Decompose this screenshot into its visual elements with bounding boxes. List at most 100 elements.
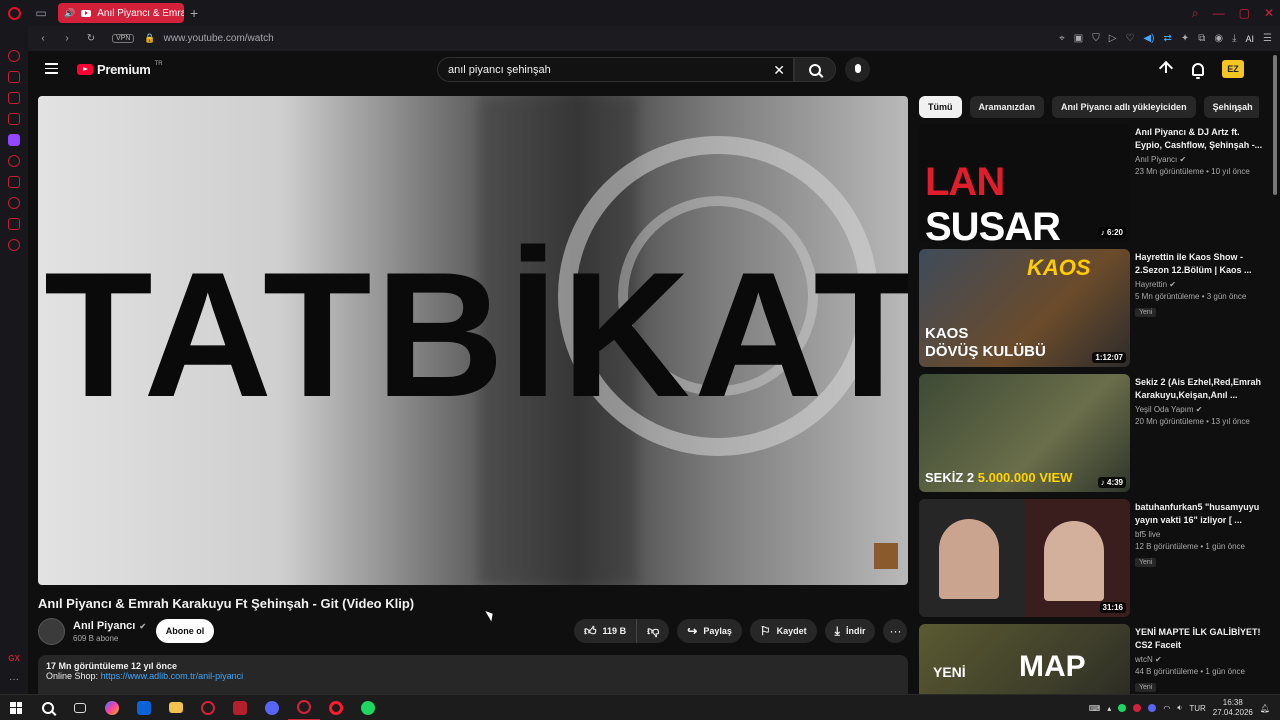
speaker-icon[interactable]: 🔊 — [64, 8, 75, 19]
clear-search-icon[interactable]: ✕ — [773, 62, 785, 79]
app-icon[interactable] — [224, 695, 256, 720]
notification-icon[interactable]: 🔔︎ — [1260, 704, 1270, 713]
voice-search-button[interactable] — [845, 57, 870, 82]
vpn-badge[interactable]: VPN — [112, 34, 135, 43]
channel-name[interactable]: Yeşil Oda Yapım ✔ — [1135, 405, 1264, 414]
video-title[interactable]: YENİ MAPTE İLK GALİBİYET! CS2 Faceit — [1135, 626, 1264, 652]
chip-from-uploader[interactable]: Anıl Piyancı adlı yükleyiciden — [1052, 96, 1196, 118]
forward-button[interactable]: › — [58, 33, 76, 44]
shield-icon[interactable]: ⛉ — [1092, 33, 1100, 44]
list-item[interactable]: LAN SUSAR MI? ♪ 6:20 Anıl Piyancı & DJ A… — [919, 124, 1264, 242]
tray-expand-icon[interactable]: ▴ — [1107, 704, 1111, 713]
search-input[interactable]: anıl piyancı şehinşah ✕ — [437, 57, 794, 82]
description-box[interactable]: 17 Mn görüntüleme 12 yıl önce Online Sho… — [38, 655, 908, 694]
dislike-button[interactable]: 👎︎ — [637, 619, 670, 643]
video-title[interactable]: Hayrettin ile Kaos Show - 2.Sezon 12.Böl… — [1135, 251, 1264, 277]
list-item[interactable]: YENİ MAP YENİ MAPTE İLK GALİBİYET! CS2 F… — [919, 624, 1264, 694]
video-thumbnail[interactable]: 31:16 — [919, 499, 1130, 617]
video-title[interactable]: Sekiz 2 (Ais Ezhel,Red,Emrah Karakuyu,Ke… — [1135, 376, 1264, 402]
gx-control-icon[interactable] — [8, 50, 20, 62]
scrollbar-thumb[interactable] — [1273, 55, 1277, 195]
url-field[interactable]: www.youtube.com/watch — [164, 33, 274, 44]
list-item[interactable]: SEKİZ 2 5.000.000 VIEW ♪ 4:39 Sekiz 2 (A… — [919, 374, 1264, 492]
outlook-icon[interactable] — [128, 695, 160, 720]
discord-icon[interactable] — [256, 695, 288, 720]
opera-taskbar-icon[interactable] — [320, 695, 352, 720]
pin-icon[interactable]: ⌖ — [1059, 33, 1065, 44]
chip-all[interactable]: Tümü — [919, 96, 962, 118]
video-thumbnail[interactable]: SEKİZ 2 5.000.000 VIEW ♪ 4:39 — [919, 374, 1130, 492]
history-icon[interactable] — [8, 197, 20, 209]
share-button[interactable]: ↪ Paylaş — [677, 619, 742, 643]
heart-icon[interactable]: ♡ — [1125, 33, 1134, 44]
list-item[interactable]: KAOS KAOS DÖVÜŞ KULÜBÜ 1:12:07 Hayrettin … — [919, 249, 1264, 367]
ai-button[interactable]: AI — [1246, 34, 1255, 44]
speedtest-icon[interactable] — [192, 695, 224, 720]
subscribe-button[interactable]: Abone ol — [156, 619, 214, 643]
news-icon[interactable] — [8, 113, 20, 125]
language-indicator[interactable]: TUR — [1189, 704, 1205, 713]
cube-icon[interactable] — [8, 218, 20, 230]
wifi-icon[interactable]: ◠ — [1163, 704, 1170, 713]
notifications-bell-icon[interactable] — [1192, 62, 1204, 79]
twitch-icon[interactable] — [8, 134, 20, 146]
save-button[interactable]: ⚐ Kaydet — [749, 619, 817, 643]
video-thumbnail[interactable]: KAOS KAOS DÖVÜŞ KULÜBÜ 1:12:07 — [919, 249, 1130, 367]
settings-icon[interactable] — [8, 239, 20, 251]
list-item[interactable]: 31:16 batuhanfurkan5 "husamyuyu yayın va… — [919, 499, 1264, 617]
upload-icon[interactable] — [1158, 61, 1174, 77]
video-title[interactable]: batuhanfurkan5 "husamyuyu yayın vakti 16… — [1135, 501, 1264, 527]
bag-icon[interactable] — [8, 71, 20, 83]
volume-icon[interactable]: 🔉︎ — [1177, 703, 1182, 713]
channel-name[interactable]: Anıl Piyancı ✔ — [1135, 155, 1264, 164]
youtube-logo[interactable]: Premium TR — [77, 61, 163, 77]
chip-sehinsah[interactable]: Şehinşah — [1203, 96, 1259, 118]
puzzle-icon[interactable]: ⧉ — [1198, 33, 1205, 44]
sound-icon[interactable]: ◀) — [1143, 33, 1154, 44]
more-icon[interactable]: ··· — [9, 674, 19, 685]
extensions-icon[interactable]: ✦ — [1181, 33, 1189, 44]
channel-name[interactable]: wtcN ✔ — [1135, 655, 1264, 664]
spotify-icon[interactable] — [352, 695, 384, 720]
spotify-tray-icon[interactable] — [1118, 704, 1127, 712]
player-sidebar-icon[interactable] — [8, 155, 20, 167]
more-actions-button[interactable]: ··· — [883, 619, 908, 643]
keyboard-icon[interactable]: ⌨ — [1089, 704, 1101, 713]
video-player[interactable]: TATBİKAT — [38, 96, 908, 585]
messenger-icon[interactable] — [8, 92, 20, 104]
menu-icon[interactable]: ☰ — [1263, 33, 1272, 44]
chip-from-search[interactable]: Aramanızdan — [969, 96, 1045, 118]
file-explorer-icon[interactable] — [160, 695, 192, 720]
lock-icon[interactable]: 🔒 — [144, 33, 155, 44]
opera-tray-icon[interactable] — [1133, 704, 1142, 712]
opera-logo-icon[interactable] — [0, 0, 28, 26]
browser-tab-active[interactable]: 🔊 Anıl Piyancı & Emrah K — [58, 3, 184, 23]
minimize-button[interactable]: — — [1213, 6, 1225, 20]
channel-watermark[interactable] — [874, 543, 898, 569]
maximize-button[interactable]: ▢ — [1239, 6, 1250, 20]
hamburger-menu-icon[interactable] — [45, 63, 58, 74]
workspaces-icon[interactable]: ▭ — [28, 0, 54, 26]
video-thumbnail[interactable]: LAN SUSAR MI? ♪ 6:20 — [919, 124, 1130, 242]
search-tabs-icon[interactable]: ⌕ — [1192, 6, 1199, 21]
account-avatar[interactable]: EZ — [1222, 60, 1244, 78]
new-tab-button[interactable]: + — [190, 5, 198, 21]
channel-avatar[interactable] — [38, 618, 65, 645]
close-window-button[interactable]: ✕ — [1264, 6, 1274, 20]
clock[interactable]: 16:38 27.04.2026 — [1213, 698, 1253, 718]
like-button[interactable]: 👍︎ 119 B — [574, 619, 638, 643]
channel-name[interactable]: bf5 live — [1135, 530, 1264, 539]
start-button[interactable] — [0, 695, 32, 720]
task-view-icon[interactable] — [64, 695, 96, 720]
shop-link[interactable]: https://www.adlib.com.tr/anil-piyanci — [101, 671, 244, 681]
video-title[interactable]: Anıl Piyancı & DJ Artz ft. Eypio, Cashfl… — [1135, 126, 1264, 152]
bookmark-icon[interactable] — [8, 176, 20, 188]
copilot-icon[interactable] — [96, 695, 128, 720]
search-button[interactable] — [794, 57, 836, 82]
download-icon[interactable]: ⤓ — [1232, 33, 1236, 44]
snapshot-icon[interactable]: ▣ — [1074, 33, 1083, 44]
page-scrollbar[interactable] — [1272, 51, 1278, 694]
video-thumbnail[interactable]: YENİ MAP — [919, 624, 1130, 694]
search-taskbar-icon[interactable] — [32, 695, 64, 720]
player-icon[interactable]: ▷ — [1109, 33, 1117, 44]
